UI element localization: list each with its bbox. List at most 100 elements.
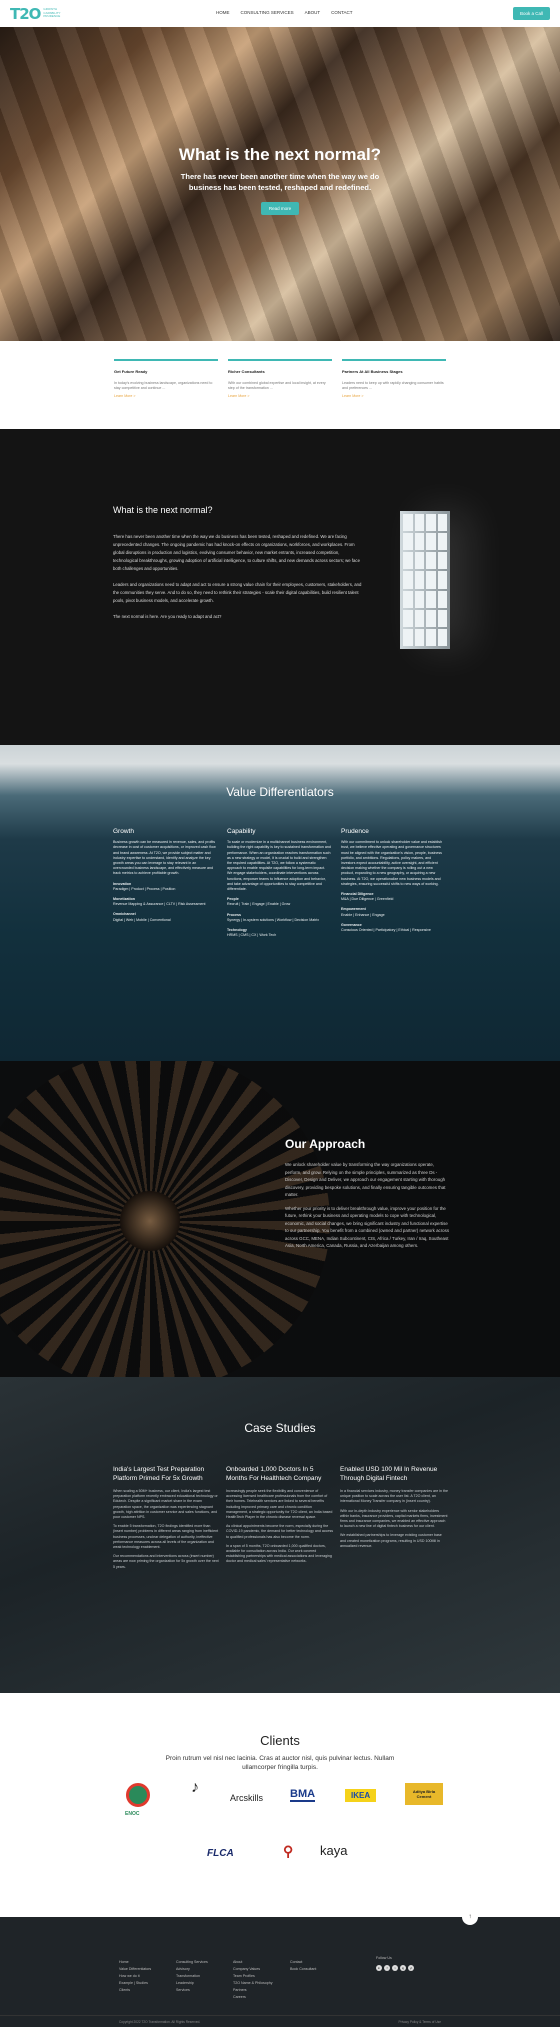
footer-link[interactable]: Company Values [233,1966,273,1973]
footer-link[interactable]: How we do it [119,1973,151,1980]
section-title: Our Approach [285,1137,366,1151]
logo-mark: T2O [10,4,41,23]
feature-title: Partners At All Business Stages [342,368,403,374]
back-to-top-button[interactable]: ↑ [462,1909,478,1925]
case-title[interactable]: India's Largest Test Preparation Platfor… [113,1465,221,1483]
case-title[interactable]: Onboarded 1,000 Doctors In 5 Months For … [226,1465,334,1483]
case-study-card: Enabled USD 100 Mil In Revenue Through D… [340,1465,448,1553]
follow-us-text: Follow Us [376,1956,392,1960]
footer-link[interactable]: T2O Name & Philosophy [233,1980,273,1987]
window-image [400,511,450,649]
feature-link[interactable]: Learn More > [342,394,446,398]
feature-title: Richer Consultants [228,368,265,374]
case-title[interactable]: Enabled USD 100 Mil In Revenue Through D… [340,1465,448,1483]
feature-title: Get Future Ready [114,368,148,374]
footer-link[interactable]: Transformation [176,1973,208,1980]
nav-contact[interactable]: CONTACT [331,10,352,15]
paragraph: We unlock shareholder value by transform… [285,1162,446,1197]
section-title: What is the next normal? [113,505,213,515]
logo[interactable]: T2O GROWTH CAPABILITY PRUDENCE [10,5,65,23]
column-intro: Business growth can be measured in reven… [113,840,216,876]
paragraph: In a span of 5 months, T2O onboarded 1,0… [226,1543,332,1564]
paragraph: Leaders and organizations need to adapt … [113,582,362,603]
footer-link[interactable]: Consulting Services [176,1959,208,1966]
feature-link[interactable]: Learn More > [228,394,332,398]
feature-card: Get Future Ready In today's evolving bus… [114,359,218,429]
group-items: Synergy | In-system solutions | Workflow… [227,917,320,922]
footer-link[interactable]: Services [176,1987,208,1994]
read-more-button[interactable]: Read more [260,202,300,215]
feature-card: Partners At All Business Stages Leaders … [342,359,446,429]
footer-link[interactable]: Clients [119,1987,151,1994]
divider [114,359,218,361]
twitter-icon[interactable]: t [392,1965,398,1971]
value-column-growth: Growth Business growth can be measured i… [113,828,217,926]
facebook-icon[interactable]: f [384,1965,390,1971]
nav-home[interactable]: HOME [216,10,230,15]
section-title: Value Differentiators [226,785,334,799]
feature-link[interactable]: Learn More > [114,394,218,398]
guitar-academy-logo: ♪ [191,1779,199,1796]
footer-link[interactable]: About [233,1959,273,1966]
column-intro: With our commitment to unlock shareholde… [341,840,443,886]
enoc-logo-text: ENOC [125,1811,140,1817]
footer-link[interactable]: Careers [233,1994,273,2001]
paragraph: As clinical appointments become the norm… [226,1524,334,1539]
instagram-icon[interactable]: ig [400,1965,406,1971]
paragraph: Our recommendations and interventions ac… [113,1554,219,1569]
paragraph: Increasingly people seek the flexibility… [226,1489,333,1520]
feature-card: Richer Consultants With our combined glo… [228,359,332,429]
paragraph: The next normal is here. Are you ready t… [113,614,222,619]
divider [228,359,332,361]
hero-section: What is the next normal? There has never… [0,27,560,341]
section-body: We unlock shareholder value by transform… [285,1161,450,1256]
footer-link[interactable]: Leadership [176,1980,208,1987]
paragraph: Whether your priority is to deliver brea… [285,1205,450,1249]
youtube-icon[interactable]: yt [408,1965,414,1971]
footer-link[interactable]: Example | Studies [119,1980,151,1987]
column-title: Capability [227,828,256,835]
footer-col-2: Consulting Services Advisory Transformat… [176,1959,208,1994]
footer-col-3: About Company Values Team Profiles T2O N… [233,1959,273,2001]
feature-text: With our combined global expertise and l… [228,380,326,390]
footer-link[interactable]: Value Differentiators [119,1966,151,1973]
case-study-card: India's Largest Test Preparation Platfor… [113,1465,221,1574]
footer-link[interactable]: Partners [233,1987,273,1994]
paragraph: When scaling a 50M+ business, our client… [113,1489,218,1520]
enoc-logo [126,1783,150,1807]
privacy-policy-link[interactable]: Privacy Policy & Terms of Use [399,2020,441,2024]
footer-col-1: Home Value Differentiators How we do it … [119,1959,151,1994]
clients-section: Clients Proin rutrum vel nisl nec lacini… [0,1693,560,1917]
footer-link[interactable]: Advisory [176,1966,208,1973]
paragraph: We established partnerships to leverage … [340,1533,442,1548]
group-items: Conscious Oriented | Participatory | Eth… [341,928,431,933]
hero-subtitle: There has never been another time when t… [180,172,380,192]
section-title: Clients [260,1733,300,1748]
flca-logo: FLCA [207,1848,234,1859]
book-call-button[interactable]: Book a Call [512,7,550,20]
site-header: T2O GROWTH CAPABILITY PRUDENCE HOME CONS… [0,0,560,27]
feature-text: Leaders need to keep up with rapidly cha… [342,380,444,390]
column-title: Growth [113,828,134,835]
paragraph: To enable 5 transformation, T2O findings… [113,1524,219,1550]
column-intro: To scale or modernize in a multichannel … [227,840,331,892]
linkedin-icon[interactable]: in [376,1965,382,1971]
kaya-logo: kaya [320,1843,348,1858]
group-items: Digital | Web | Mobile | Conventional [113,917,171,922]
value-column-prudence: Prudence With our commitment to unlock s… [341,828,445,936]
section-subtitle: Proin rutrum vel nisl nec lacinia. Cras … [165,1755,395,1771]
group-items: HRMS | CMS | CX | Work Tech [227,933,277,938]
footer-link[interactable]: Team Profiles [233,1973,273,1980]
dome-image [0,1061,330,1377]
nav-about[interactable]: ABOUT [305,10,321,15]
nav-consulting-services[interactable]: CONSULTING SERVICES [241,10,294,15]
footer-link[interactable]: Contact [290,1959,316,1966]
paragraph: With our in-depth industry experience wi… [340,1508,448,1529]
section-title: Case Studies [244,1421,316,1435]
group-items: Paradigm | Product | Process | Position [113,886,176,891]
footer-link[interactable]: Book Consultant [290,1966,316,1973]
social-icons: in f t ig yt [376,1965,414,1971]
hero-title: What is the next normal? [178,145,382,164]
footer-link[interactable]: Home [119,1959,151,1966]
aditya-birla-logo: Aditya Birla Cement [405,1783,443,1805]
